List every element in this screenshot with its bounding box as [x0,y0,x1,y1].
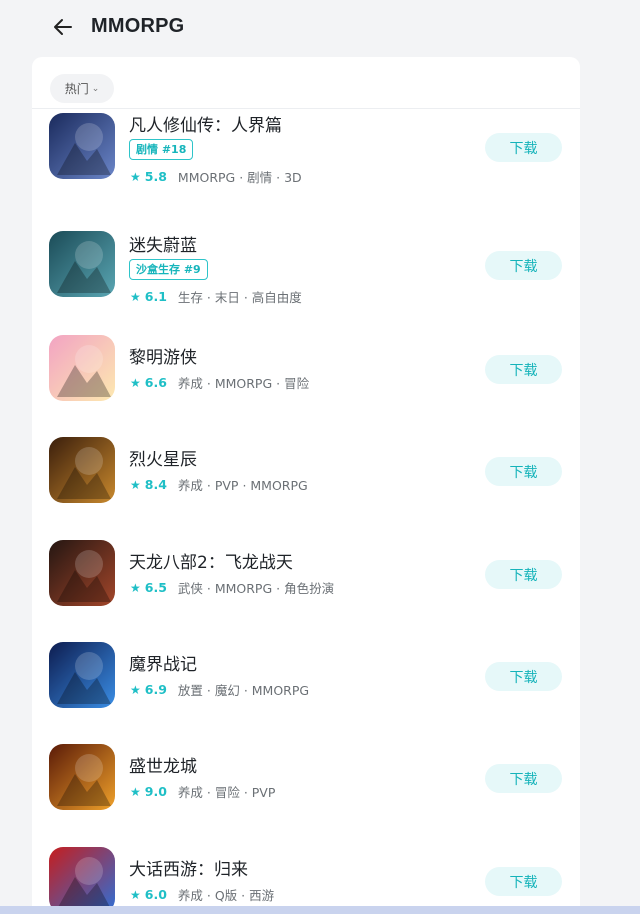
rating-score: 8.4 [144,477,167,492]
star-icon: ★ [130,169,141,184]
app-icon[interactable] [49,437,115,503]
rank-tag[interactable]: 沙盒生存 #9 [129,259,208,280]
app-meta: ★ 6.1 生存 · 末日 · 高自由度 [130,287,302,306]
download-button[interactable]: 下载 [485,662,562,691]
rating-score: 5.8 [144,169,167,184]
game-artwork-icon [49,744,115,810]
list-item[interactable]: 迷失蔚蓝沙盒生存 #9 ★ 6.1 生存 · 末日 · 高自由度 下载 [32,221,580,311]
app-name[interactable]: 大话西游：归来 [129,855,248,880]
download-button[interactable]: 下载 [485,133,562,162]
app-list-card: 热门 ⌄ 凡人修仙传：人界篇 剧情 #18 ★ 5.8 MMORPG · 剧情 · 3D… [32,57,580,914]
game-artwork-icon [49,437,115,503]
app-tags: 养成 · 冒险 · PVP [177,785,276,800]
game-artwork-icon [49,847,115,913]
app-name[interactable]: 天龙八部2：飞龙战天 [129,548,293,573]
star-icon: ★ [130,784,141,799]
page-title: MMORPG [91,15,185,37]
app-icon[interactable] [49,231,115,297]
app-tags: 养成 · MMORPG · 冒险 [177,376,310,391]
app-meta: ★ 6.0 养成 · Q版 · 西游 [130,885,274,904]
star-icon: ★ [130,375,141,390]
star-icon: ★ [130,682,141,697]
app-name[interactable]: 凡人修仙传：人界篇 [129,111,282,136]
app-name[interactable]: 黎明游侠 [129,343,197,368]
app-name[interactable]: 盛世龙城 [129,752,197,777]
rating-score: 6.5 [144,580,167,595]
app-meta: ★ 8.4 养成 · PVP · MMORPG [130,475,308,494]
rating-score: 6.1 [144,289,167,304]
download-button[interactable]: 下载 [485,251,562,280]
star-icon: ★ [130,887,141,902]
app-icon[interactable] [49,847,115,913]
app-name[interactable]: 迷失蔚蓝 [129,231,197,256]
app-icon[interactable] [49,744,115,810]
rating-score: 6.0 [144,887,167,902]
game-artwork-icon [49,113,115,179]
app-name[interactable]: 魔界战记 [129,650,197,675]
list-item[interactable]: 天龙八部2：飞龙战天 ★ 6.5 武侠 · MMORPG · 角色扮演 下载 [32,530,580,620]
app-meta: ★ 5.8 MMORPG · 剧情 · 3D [130,167,302,186]
download-button[interactable]: 下载 [485,355,562,384]
app-tags: 生存 · 末日 · 高自由度 [177,290,302,305]
list-item[interactable]: 黎明游侠 ★ 6.6 养成 · MMORPG · 冒险 下载 [32,325,580,415]
app-name[interactable]: 烈火星辰 [129,445,197,470]
app-tags: 养成 · Q版 · 西游 [177,888,275,903]
sort-dropdown-label: 热门 [64,82,89,96]
filter-bar: 热门 ⌄ [32,57,580,109]
rating-score: 6.6 [144,375,167,390]
download-button[interactable]: 下载 [485,560,562,589]
back-button[interactable] [50,14,76,40]
app-meta: ★ 6.5 武侠 · MMORPG · 角色扮演 [130,578,334,597]
app-icon[interactable] [49,335,115,401]
list-item[interactable]: 大话西游：归来 ★ 6.0 养成 · Q版 · 西游 下载 [32,837,580,914]
app-tags: 养成 · PVP · MMORPG [177,478,308,493]
app-icon[interactable] [49,113,115,179]
star-icon: ★ [130,289,141,304]
app-tags: 武侠 · MMORPG · 角色扮演 [177,581,335,596]
app-tags: MMORPG · 剧情 · 3D [177,170,302,185]
app-meta: ★ 6.6 养成 · MMORPG · 冒险 [130,373,309,392]
app-tags: 放置 · 魔幻 · MMORPG [177,683,310,698]
game-artwork-icon [49,540,115,606]
game-artwork-icon [49,231,115,297]
list-item[interactable]: 魔界战记 ★ 6.9 放置 · 魔幻 · MMORPG 下载 [32,632,580,722]
game-artwork-icon [49,335,115,401]
star-icon: ★ [130,477,141,492]
download-button[interactable]: 下载 [485,457,562,486]
chevron-down-icon: ⌄ [91,83,100,94]
app-icon[interactable] [49,642,115,708]
app-meta: ★ 6.9 放置 · 魔幻 · MMORPG [130,680,309,699]
app-icon[interactable] [49,540,115,606]
list-item[interactable]: 盛世龙城 ★ 9.0 养成 · 冒险 · PVP 下载 [32,734,580,824]
list-item[interactable]: 凡人修仙传：人界篇剧情 #18 ★ 5.8 MMORPG · 剧情 · 3D 下载 [32,109,580,199]
list-item[interactable]: 烈火星辰 ★ 8.4 养成 · PVP · MMORPG 下载 [32,427,580,517]
download-button[interactable]: 下载 [485,867,562,896]
top-bar: MMORPG [0,0,640,56]
download-button[interactable]: 下载 [485,764,562,793]
sort-dropdown[interactable]: 热门 ⌄ [50,74,114,103]
app-meta: ★ 9.0 养成 · 冒险 · PVP [130,782,275,801]
rating-score: 9.0 [144,784,167,799]
star-icon: ★ [130,580,141,595]
game-artwork-icon [49,642,115,708]
bottom-scroll-edge [0,906,640,914]
rating-score: 6.9 [144,682,167,697]
rank-tag[interactable]: 剧情 #18 [129,139,194,160]
arrow-left-icon [54,19,72,35]
